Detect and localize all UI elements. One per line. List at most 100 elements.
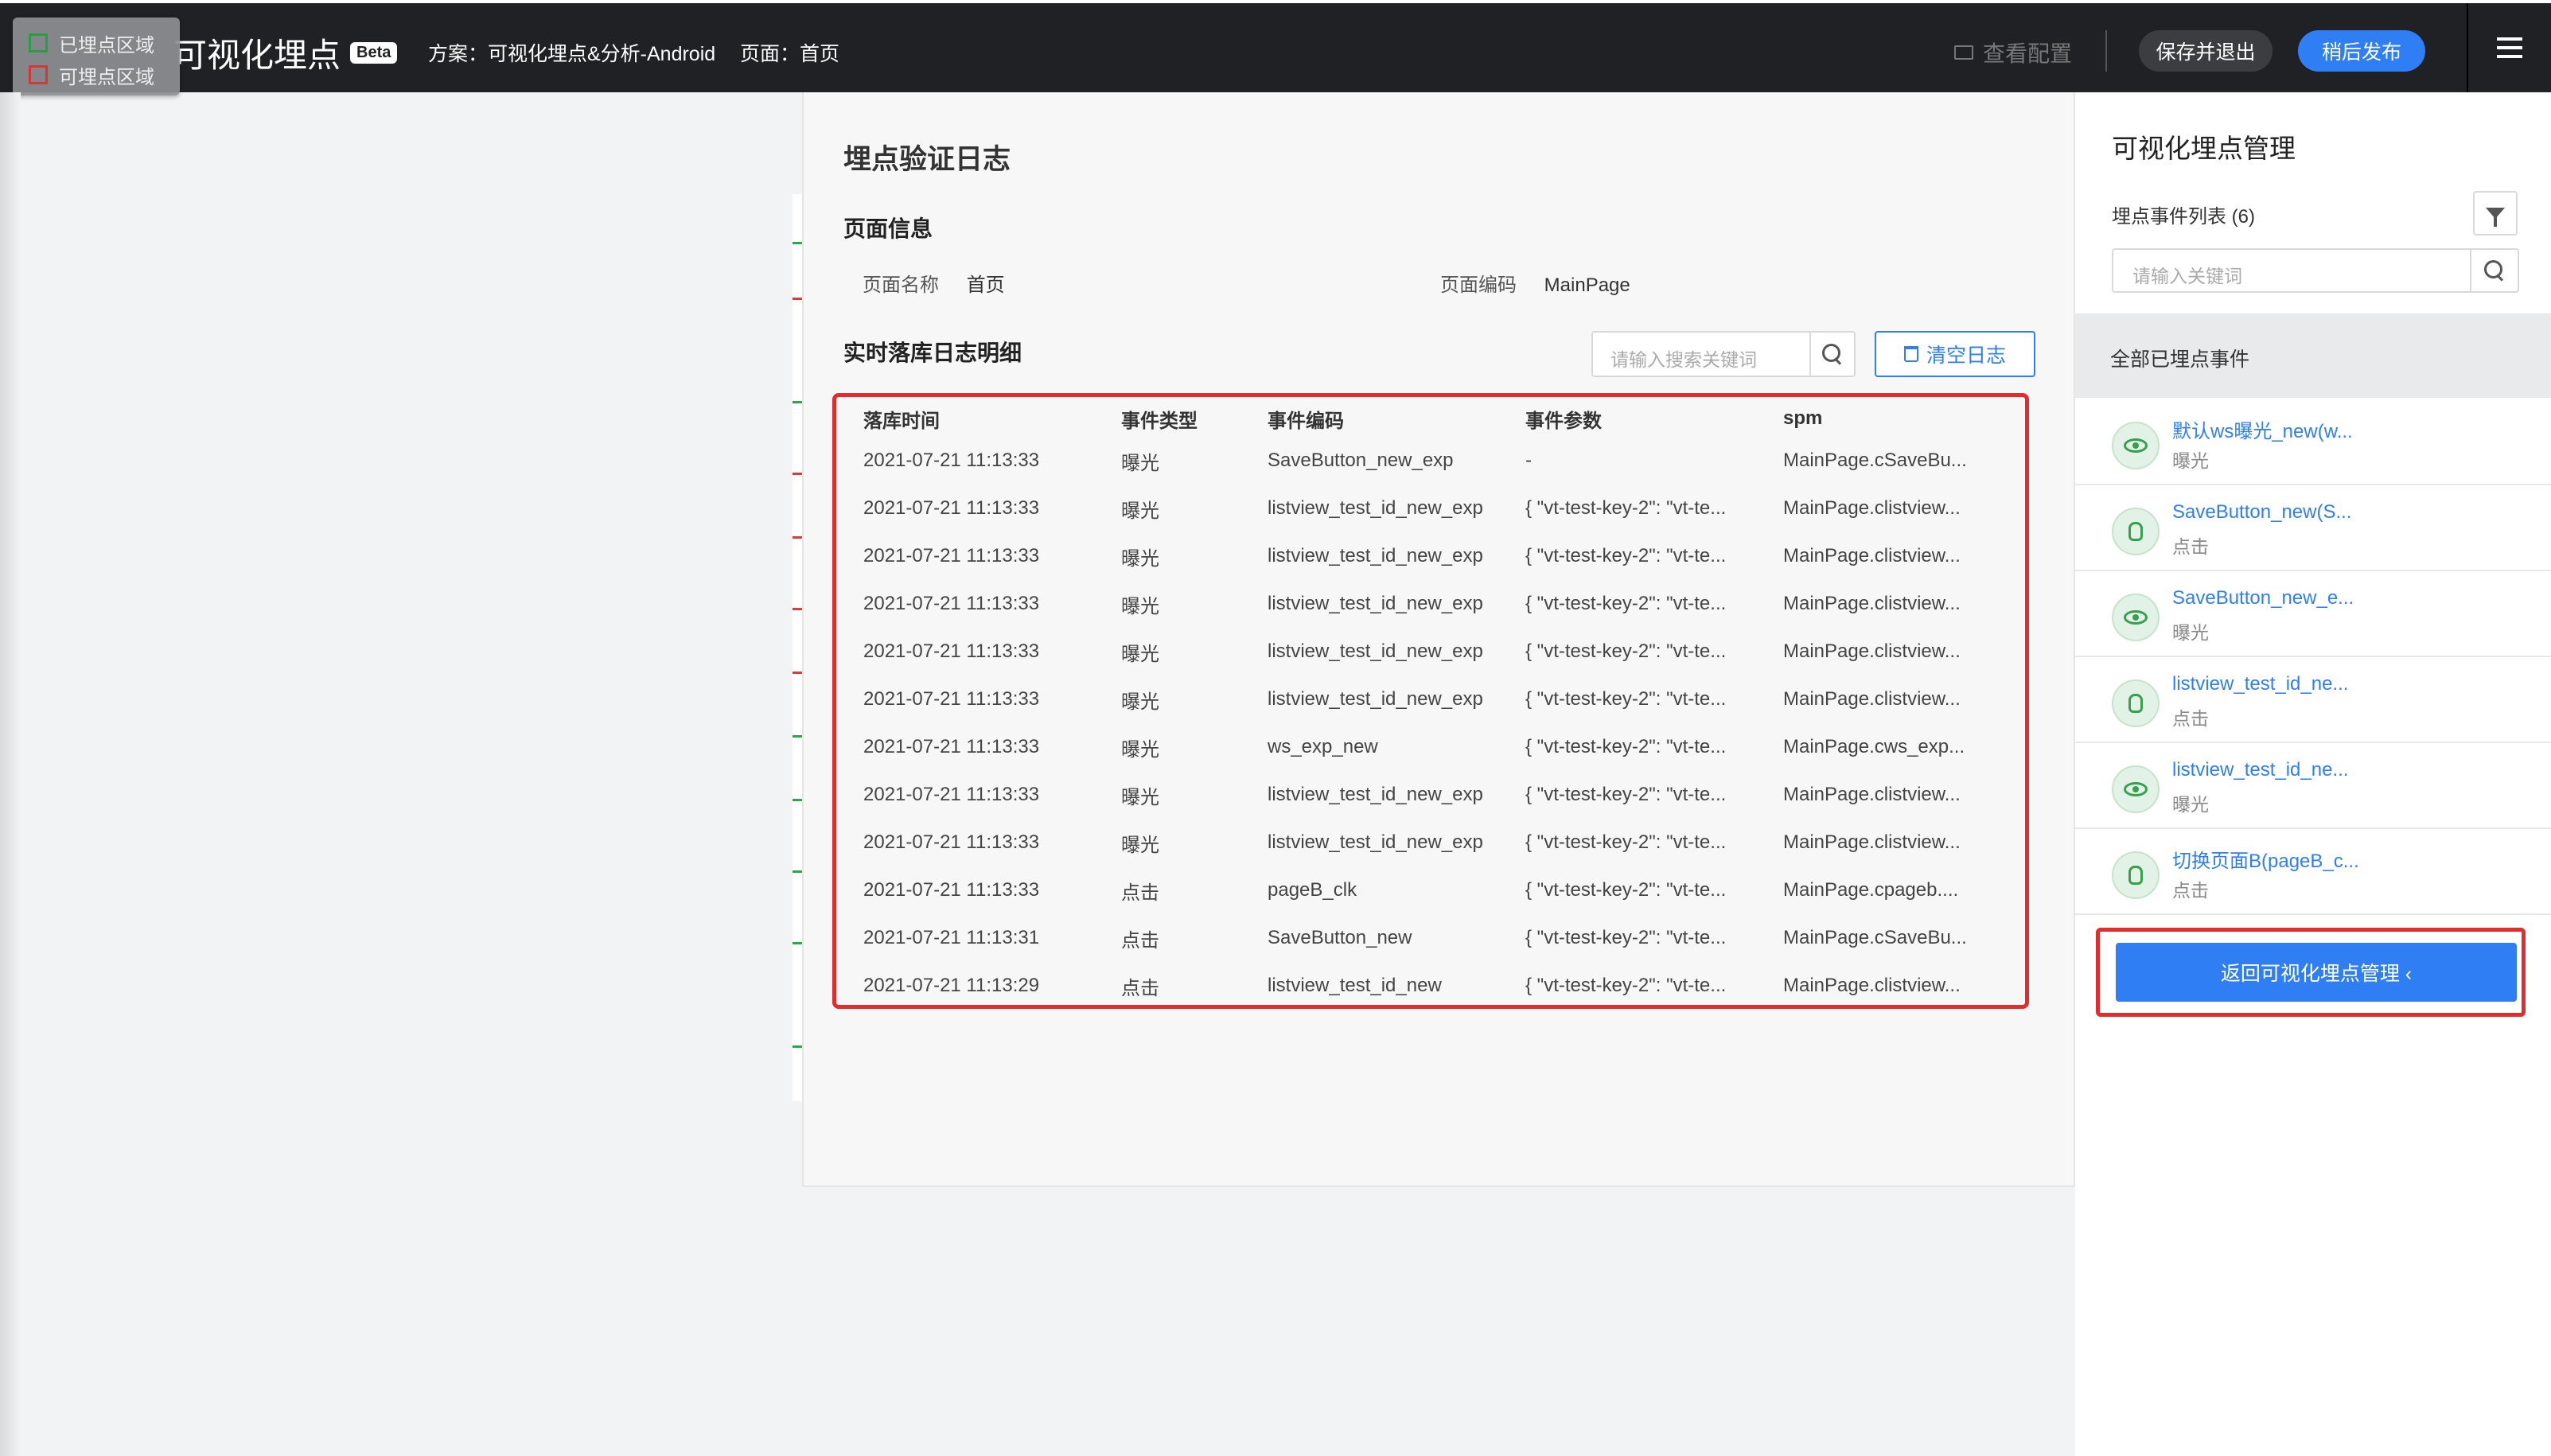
all-events-tab[interactable]: 全部已埋点事件 bbox=[2075, 313, 2551, 398]
table-row[interactable]: 2021-07-21 11:13:31 点击 SaveButton_new { "vt… bbox=[863, 914, 2009, 962]
event-list-item[interactable]: listview_test_id_ne... 点击 bbox=[2075, 657, 2551, 743]
log-detail-title: 实时落库日志明细 bbox=[843, 341, 1022, 365]
back-button-highlight: 返回可视化埋点管理 ‹ bbox=[2096, 928, 2526, 1017]
event-list-item[interactable]: 默认ws曝光_new(w... 曝光 bbox=[2075, 399, 2551, 485]
event-name[interactable]: SaveButton_new_e... bbox=[2172, 587, 2354, 609]
column-header: 事件编码 bbox=[1268, 410, 1344, 432]
eye-icon bbox=[2124, 782, 2148, 796]
event-name[interactable]: 切换页面B(pageB_c... bbox=[2172, 845, 2359, 873]
table-row[interactable]: 2021-07-21 11:13:29 点击 listview_test_id_ne… bbox=[863, 962, 2009, 1005]
table-body: 2021-07-21 11:13:33 曝光 SaveButton_new_exp -… bbox=[863, 437, 2009, 1005]
table-cell: 点击 bbox=[1121, 977, 1159, 999]
table-cell: 曝光 bbox=[1121, 643, 1159, 665]
view-config-label: 查看配置 bbox=[1983, 41, 2073, 66]
search-button[interactable] bbox=[2470, 250, 2518, 291]
table-cell: SaveButton_new bbox=[1268, 927, 1412, 948]
red-square-icon bbox=[29, 65, 48, 84]
page-name-label: 页面名称 bbox=[863, 274, 939, 296]
table-row[interactable]: 2021-07-21 11:13:33 曝光 listview_test_id_ne… bbox=[863, 580, 2009, 628]
page-code-value: MainPage bbox=[1544, 274, 1630, 296]
eye-icon bbox=[2124, 438, 2148, 453]
event-list-item[interactable]: SaveButton_new(S... 点击 bbox=[2075, 485, 2551, 571]
search-icon bbox=[1822, 344, 1843, 364]
table-cell: MainPage.clistview... bbox=[1783, 545, 1961, 566]
table-cell: MainPage.cpageb.... bbox=[1783, 879, 1959, 901]
trash-icon bbox=[1903, 346, 1918, 362]
eye-icon-badge bbox=[2112, 765, 2160, 813]
event-name[interactable]: SaveButton_new(S... bbox=[2172, 501, 2351, 524]
table-cell: 曝光 bbox=[1121, 786, 1159, 808]
filter-icon bbox=[2486, 208, 2505, 227]
search-button[interactable] bbox=[1809, 333, 1854, 376]
page-name-value: 首页 bbox=[966, 274, 1005, 296]
table-cell: 2021-07-21 11:13:33 bbox=[863, 450, 1040, 471]
table-cell: MainPage.clistview... bbox=[1783, 640, 1961, 662]
table-row[interactable]: 2021-07-21 11:13:33 点击 pageB_clk { "vt-test… bbox=[863, 866, 2009, 914]
table-cell: { "vt-test-key-2": "vt-te... bbox=[1525, 784, 1727, 805]
region-legend[interactable]: 已埋点区域 可埋点区域 bbox=[13, 18, 180, 95]
table-row[interactable]: 2021-07-21 11:13:33 曝光 SaveButton_new_exp -… bbox=[863, 437, 2009, 485]
page-title: 埋点验证日志 bbox=[843, 144, 1011, 175]
table-cell: 2021-07-21 11:13:33 bbox=[863, 593, 1040, 614]
table-row[interactable]: 2021-07-21 11:13:33 曝光 listview_test_id_ne… bbox=[863, 532, 2009, 580]
hand-icon-badge bbox=[2112, 679, 2160, 727]
view-config-button[interactable]: 查看配置 bbox=[1954, 37, 2072, 68]
table-row[interactable]: 2021-07-21 11:13:33 曝光 listview_test_id_ne… bbox=[863, 485, 2009, 532]
page-name-info: 页面名称 首页 bbox=[863, 269, 1005, 297]
panel-title: 可视化埋点管理 bbox=[2112, 134, 2296, 163]
hand-icon-badge bbox=[2112, 508, 2160, 555]
table-row[interactable]: 2021-07-21 11:13:33 曝光 listview_test_id_ne… bbox=[863, 628, 2009, 675]
search-placeholder: 请输入搜索关键词 bbox=[1610, 349, 1757, 370]
table-cell: 曝光 bbox=[1121, 834, 1159, 856]
table-cell: 点击 bbox=[1121, 929, 1159, 952]
table-cell: ws_exp_new bbox=[1268, 736, 1378, 757]
hamburger-icon bbox=[2497, 37, 2522, 58]
table-cell: 点击 bbox=[1121, 882, 1159, 904]
log-table[interactable]: 落库时间 事件类型 事件编码 事件参数 spm 2021-07-21 11:13:33 曝… bbox=[863, 400, 2009, 1005]
event-list-item[interactable]: SaveButton_new_e... 曝光 bbox=[2075, 571, 2551, 657]
event-list-item[interactable]: listview_test_id_ne... 曝光 bbox=[2075, 743, 2551, 829]
event-type: 曝光 bbox=[2172, 450, 2209, 471]
column-header: 事件参数 bbox=[1525, 410, 1602, 432]
log-search-input[interactable]: 请输入搜索关键词 bbox=[1591, 331, 1856, 377]
marker bbox=[793, 799, 802, 801]
event-name[interactable]: listview_test_id_ne... bbox=[2172, 673, 2348, 695]
eye-icon-badge bbox=[2112, 422, 2160, 469]
legend-marked: 已埋点区域 bbox=[29, 29, 154, 57]
filter-button[interactable] bbox=[2473, 191, 2518, 236]
table-cell: 2021-07-21 11:13:29 bbox=[863, 975, 1040, 996]
event-name[interactable]: listview_test_id_ne... bbox=[2172, 759, 2348, 781]
event-list-item[interactable]: 切换页面B(pageB_c... 点击 bbox=[2075, 829, 2551, 915]
clear-log-button[interactable]: 清空日志 bbox=[1875, 331, 2035, 377]
table-cell: { "vt-test-key-2": "vt-te... bbox=[1525, 497, 1727, 519]
table-row[interactable]: 2021-07-21 11:13:33 曝光 listview_test_id_ne… bbox=[863, 819, 2009, 866]
table-row[interactable]: 2021-07-21 11:13:33 曝光 ws_exp_new { "vt-tes… bbox=[863, 723, 2009, 771]
table-row[interactable]: 2021-07-21 11:13:33 曝光 listview_test_id_ne… bbox=[863, 771, 2009, 819]
table-cell: MainPage.cws_exp... bbox=[1783, 736, 1965, 757]
table-header: 落库时间 事件类型 事件编码 事件参数 spm bbox=[863, 400, 2009, 437]
table-cell: 曝光 bbox=[1121, 595, 1159, 617]
event-name[interactable]: 默认ws曝光_new(w... bbox=[2172, 415, 2353, 443]
save-exit-button[interactable]: 保存并退出 bbox=[2139, 30, 2273, 72]
back-to-management-button[interactable]: 返回可视化埋点管理 ‹ bbox=[2116, 943, 2517, 1002]
table-cell: listview_test_id_new_exp bbox=[1268, 784, 1483, 805]
table-cell: listview_test_id_new_exp bbox=[1268, 831, 1483, 853]
hand-icon bbox=[2128, 694, 2143, 713]
event-search-input[interactable]: 请输入关键词 bbox=[2112, 248, 2519, 293]
table-cell: listview_test_id_new bbox=[1268, 975, 1442, 996]
marker bbox=[793, 1045, 802, 1048]
table-row[interactable]: 2021-07-21 11:13:33 曝光 listview_test_id_ne… bbox=[863, 675, 2009, 723]
menu-button[interactable] bbox=[2467, 3, 2551, 92]
event-type: 曝光 bbox=[2172, 622, 2209, 643]
publish-later-button[interactable]: 稍后发布 bbox=[2298, 30, 2425, 72]
eye-icon-badge bbox=[2112, 594, 2160, 641]
table-cell: { "vt-test-key-2": "vt-te... bbox=[1525, 975, 1727, 996]
table-cell: listview_test_id_new_exp bbox=[1268, 497, 1483, 519]
hand-icon-badge bbox=[2112, 851, 2160, 899]
marker bbox=[793, 608, 802, 610]
table-cell: listview_test_id_new_exp bbox=[1268, 593, 1483, 614]
table-cell: 曝光 bbox=[1121, 691, 1159, 713]
table-cell: pageB_clk bbox=[1268, 879, 1357, 901]
page-label: 页面：首页 bbox=[740, 43, 840, 65]
search-placeholder: 请输入关键词 bbox=[2132, 266, 2242, 286]
